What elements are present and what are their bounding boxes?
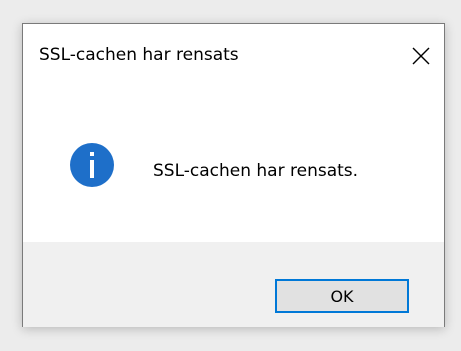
dialog-title: SSL-cachen har rensats	[39, 45, 239, 65]
dialog-footer: OK	[23, 242, 444, 327]
message-dialog: SSL-cachen har rensats SSL-cachen har re…	[22, 23, 445, 327]
dialog-message: SSL-cachen har rensats.	[153, 161, 359, 181]
dialog-titlebar[interactable]: SSL-cachen har rensats	[23, 24, 444, 90]
close-button[interactable]	[398, 38, 444, 74]
ok-button-label: OK	[330, 286, 354, 306]
close-icon	[412, 47, 430, 65]
info-icon	[70, 143, 114, 187]
ok-button[interactable]: OK	[275, 279, 409, 313]
dialog-content: SSL-cachen har rensats.	[23, 90, 444, 242]
